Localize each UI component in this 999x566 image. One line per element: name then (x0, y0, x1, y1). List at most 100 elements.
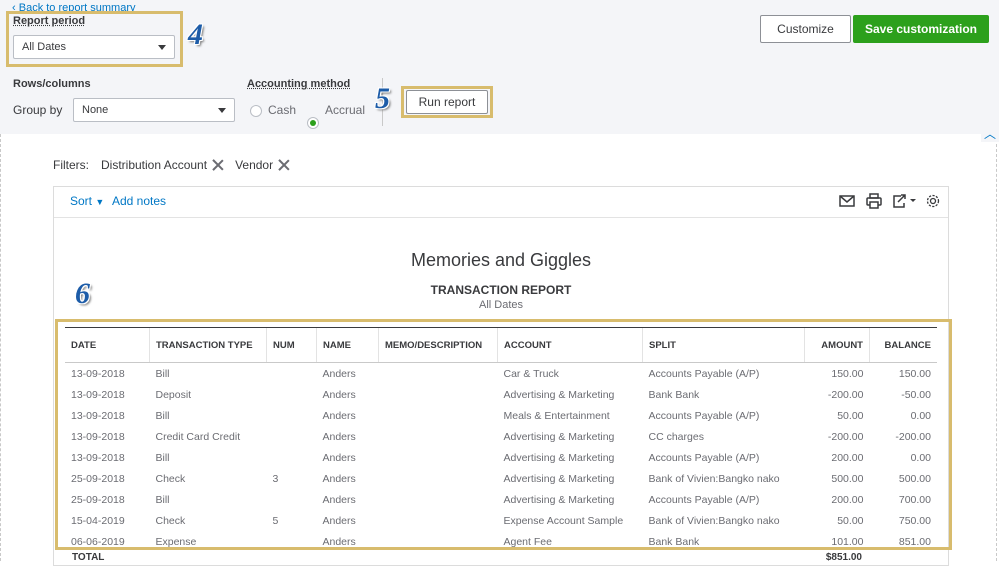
cell-date: 13-09-2018 (71, 367, 125, 380)
left-dashed-guide (0, 134, 1, 561)
cell-amount: 200.00 (831, 493, 864, 506)
filter-chip-label: Vendor (235, 158, 274, 172)
chevron-down-icon (218, 107, 226, 113)
cell-name: Anders (322, 388, 356, 401)
filter-chip-label: Distribution Account (101, 158, 208, 172)
cell-account: Advertising & Marketing (503, 388, 615, 401)
cell-split: Bank of Vivien:Bangko nako (648, 472, 780, 485)
cell-transaction-type: Check (155, 472, 186, 485)
collapse-panel-button[interactable]: ︿ (981, 124, 999, 142)
customize-button[interactable]: Customize (760, 15, 851, 43)
company-name: Memories and Giggles (410, 250, 592, 270)
cell-split: CC charges (648, 430, 704, 443)
remove-filter-icon[interactable] (211, 158, 225, 172)
column-header-account[interactable]: ACCOUNT (497, 327, 643, 363)
email-icon[interactable] (838, 192, 856, 210)
run-report-button[interactable]: Run report (406, 90, 488, 114)
cash-radio[interactable] (250, 105, 262, 117)
table-row[interactable]: 25-09-2018 Bill Anders Advertising & Market… (65, 489, 937, 510)
cell-amount: 500.00 (831, 472, 864, 485)
cell-num (267, 489, 317, 510)
remove-filter-icon[interactable] (277, 158, 291, 172)
chevron-down-icon (158, 44, 166, 50)
cell-date: 25-09-2018 (71, 472, 125, 485)
settings-icon[interactable] (924, 192, 942, 210)
accounting-method-label: Accounting method (247, 78, 351, 90)
cell-num: 3 (272, 472, 279, 485)
cell-memo (379, 363, 498, 385)
cell-account: Advertising & Marketing (503, 451, 615, 464)
rows-columns-label: Rows/columns (13, 78, 91, 90)
caret-down-icon: ▼ (95, 197, 105, 207)
cell-memo (379, 447, 498, 468)
cell-memo (379, 489, 498, 510)
cell-split: Accounts Payable (A/P) (648, 367, 760, 380)
accrual-radio[interactable] (307, 117, 319, 129)
column-header-memo[interactable]: MEMO/DESCRIPTION (378, 327, 498, 363)
report-toolbar (54, 187, 948, 218)
cell-memo (379, 426, 498, 447)
cell-date: 15-04-2019 (71, 514, 125, 527)
total-amount: $851.00 (825, 552, 862, 563)
cell-balance: 700.00 (898, 493, 931, 506)
table-row[interactable]: 25-09-2018 Check 3 Anders Advertising & Mark… (65, 468, 937, 489)
filters-bar: Filters: Distribution Account Vendor (53, 158, 297, 172)
cash-radio-label: Cash (268, 103, 297, 117)
column-header-balance[interactable]: BALANCE (869, 327, 937, 363)
group-by-label: Group by (13, 103, 63, 117)
table-row[interactable]: 13-09-2018 Credit Card Credit Anders Advert… (65, 426, 937, 447)
cell-split: Bank of Vivien:Bangko nako (648, 514, 780, 527)
save-customization-button[interactable]: Save customization (853, 15, 989, 43)
sort-dropdown[interactable]: Sort ▼ (70, 194, 104, 208)
cell-num (267, 447, 317, 468)
cell-name: Anders (322, 451, 356, 464)
cell-transaction-type: Check (155, 514, 186, 527)
column-header-date[interactable]: DATE (65, 327, 150, 363)
cell-num: 5 (272, 514, 279, 527)
cell-num (267, 531, 317, 552)
cell-split: Accounts Payable (A/P) (648, 451, 760, 464)
cell-balance: 0.00 (910, 409, 931, 422)
callout-number-4: 4 (188, 18, 203, 51)
cell-memo (379, 531, 498, 552)
column-header-transaction-type[interactable]: TRANSACTION TYPE (149, 327, 267, 363)
column-header-amount[interactable]: AMOUNT (804, 327, 870, 363)
cell-name: Anders (322, 430, 356, 443)
group-by-value: None (82, 104, 109, 116)
report-subtitle: All Dates (478, 299, 524, 311)
cell-amount: 150.00 (831, 367, 864, 380)
total-label: TOTAL (72, 552, 105, 563)
table-row[interactable]: 15-04-2019 Check 5 Anders Expense Account Sa… (65, 510, 937, 531)
cell-amount: 50.00 (837, 409, 864, 422)
table-row[interactable]: 13-09-2018 Bill Anders Meals & Entertainmen… (65, 405, 937, 426)
add-notes-link[interactable]: Add notes (112, 194, 166, 208)
column-header-num[interactable]: NUM (266, 327, 317, 363)
right-dashed-guide (996, 134, 997, 561)
table-row[interactable]: 13-09-2018 Bill Anders Car & Truck Accounts … (65, 363, 937, 385)
cell-transaction-type: Bill (155, 451, 170, 464)
group-by-select[interactable]: None (73, 98, 235, 122)
table-row[interactable]: 06-06-2019 Expense Anders Agent Fee Bank Ban… (65, 531, 937, 552)
cell-transaction-type: Deposit (155, 388, 192, 401)
cell-amount: 200.00 (831, 451, 864, 464)
report-title: TRANSACTION REPORT (430, 283, 572, 297)
cell-name: Anders (322, 367, 356, 380)
cell-num (267, 384, 317, 405)
table-row[interactable]: 13-09-2018 Deposit Anders Advertising & Mar… (65, 384, 937, 405)
cell-name: Anders (322, 535, 356, 548)
column-header-name[interactable]: NAME (316, 327, 379, 363)
cell-num (267, 405, 317, 426)
cell-account: Meals & Entertainment (503, 409, 610, 422)
column-header-split[interactable]: SPLIT (642, 327, 805, 363)
export-icon[interactable] (891, 192, 919, 210)
callout-number-6: 6 (75, 277, 90, 310)
accrual-radio-label: Accrual (325, 103, 366, 117)
table-row[interactable]: 13-09-2018 Bill Anders Advertising & Market… (65, 447, 937, 468)
cell-balance: 750.00 (898, 514, 931, 527)
print-icon[interactable] (865, 192, 883, 210)
cell-transaction-type: Bill (155, 367, 170, 380)
report-period-select[interactable]: All Dates (13, 35, 175, 59)
cell-account: Car & Truck (503, 367, 559, 380)
cell-balance: 0.00 (910, 451, 931, 464)
cell-memo (379, 384, 498, 405)
